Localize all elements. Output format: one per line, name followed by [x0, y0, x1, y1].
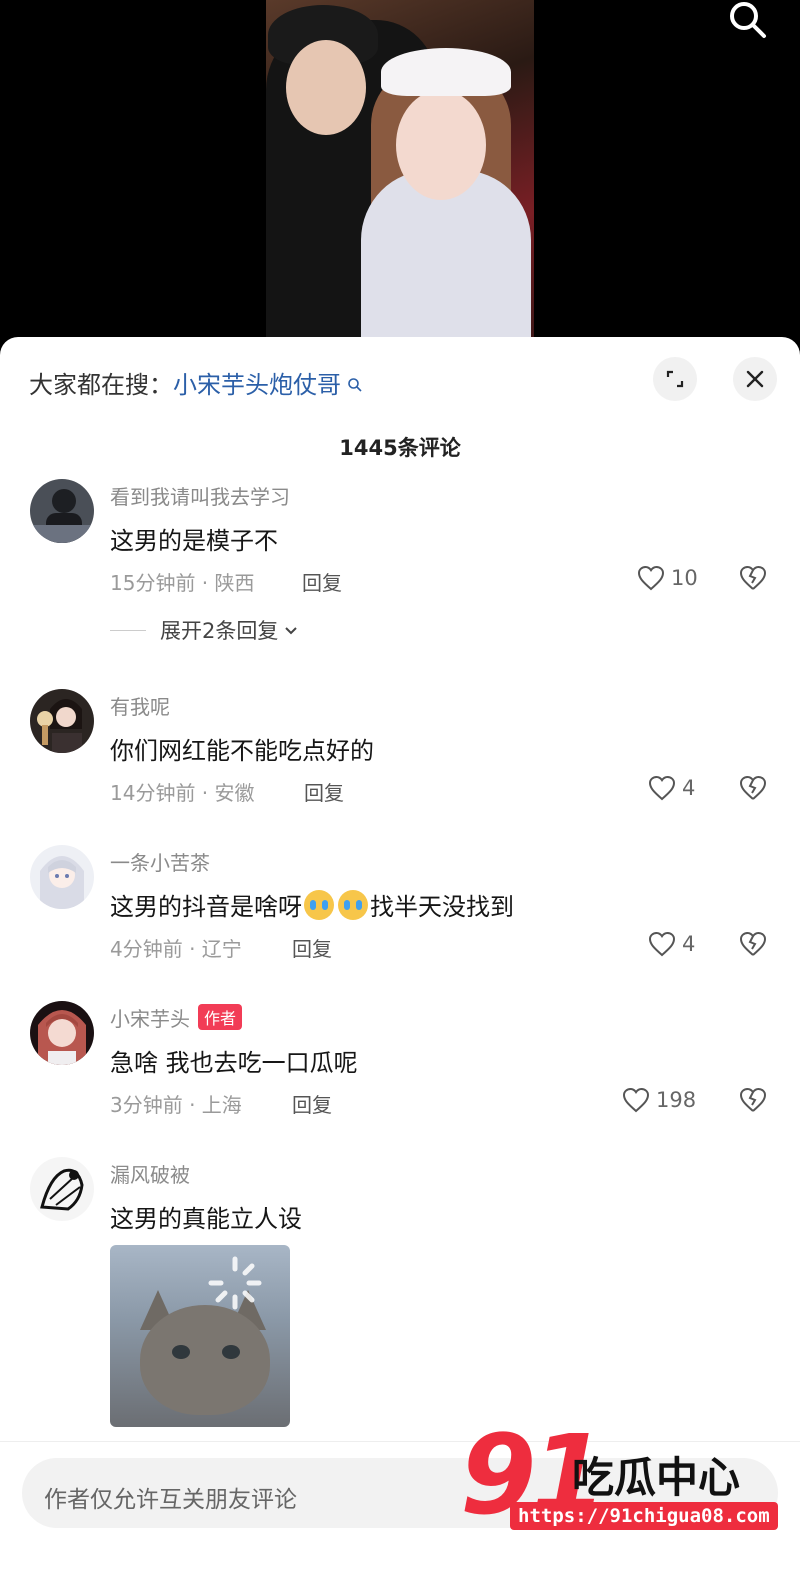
avatar[interactable] — [30, 845, 94, 909]
author-name: 小宋芋头 — [110, 1007, 190, 1031]
comment-count: 1445条评论 — [339, 436, 461, 460]
search-icon[interactable] — [726, 0, 770, 44]
search-small-icon — [341, 377, 363, 398]
reply-button[interactable]: 回复 — [302, 567, 342, 596]
close-icon — [746, 370, 764, 388]
watermark-url: https://91chigua08.com — [510, 1502, 778, 1530]
comment-text: 这男的是模子不 — [110, 527, 278, 555]
video-frame-image — [266, 0, 534, 345]
comment-text: 这男的抖音是啥呀 找半天没找到 — [110, 887, 514, 922]
watermark-text: 吃瓜中心 — [572, 1453, 741, 1502]
like-count: 10 — [671, 566, 698, 590]
comment-username[interactable]: 看到我请叫我去学习 — [110, 481, 290, 510]
comment-time-location: 3分钟前 · 上海 — [110, 1093, 242, 1117]
chevron-down-icon — [285, 627, 298, 635]
cat-eye — [172, 1345, 190, 1359]
dislike-button[interactable] — [738, 931, 768, 961]
dislike-button[interactable] — [738, 565, 768, 595]
video-girl-face — [396, 90, 486, 200]
search-suggestion-prefix: 大家都在搜： — [29, 371, 173, 399]
avatar[interactable] — [30, 479, 94, 543]
comment-text-part: 找半天没找到 — [370, 893, 514, 921]
comment-text: 你们网红能不能吃点好的 — [110, 737, 374, 765]
video-player[interactable] — [0, 0, 800, 345]
expand-fullscreen-button[interactable] — [653, 357, 697, 401]
reply-button[interactable]: 回复 — [292, 1089, 332, 1118]
like-count: 4 — [682, 932, 696, 956]
comment-input-placeholder: 作者仅允许互关朋友评论 — [44, 1487, 297, 1513]
close-button[interactable] — [733, 357, 777, 401]
avatar[interactable] — [30, 689, 94, 753]
watermark-logo: 91 吃瓜中心 https://91chigua08.com — [460, 1420, 778, 1550]
video-man-face — [286, 40, 366, 135]
heart-icon — [648, 931, 676, 957]
comment-time-location: 15分钟前 · 陕西 — [110, 571, 255, 595]
dislike-button[interactable] — [738, 1087, 768, 1117]
crying-emoji-icon — [338, 890, 368, 920]
author-badge: 作者 — [198, 1004, 243, 1030]
heart-icon — [648, 775, 676, 801]
expand-icon — [666, 370, 684, 388]
cat-head — [140, 1305, 270, 1415]
video-girl-hat — [381, 48, 511, 96]
reply-button[interactable]: 回复 — [292, 933, 332, 962]
comment-text-part: 这男的抖音是啥呀 — [110, 893, 302, 921]
comment-text: 这男的真能立人设 — [110, 1205, 302, 1233]
like-button[interactable]: 4 — [648, 931, 695, 957]
broken-heart-icon — [739, 1087, 767, 1112]
comment-time-location: 14分钟前 · 安徽 — [110, 781, 255, 805]
comment-text: 急啥 我也去吃一口瓜呢 — [110, 1049, 358, 1077]
comment-time-location: 4分钟前 · 辽宁 — [110, 937, 242, 961]
expand-replies-button[interactable]: 展开2条回复 — [110, 615, 300, 645]
broken-heart-icon — [739, 775, 767, 800]
reply-button[interactable]: 回复 — [304, 777, 344, 806]
like-count: 4 — [682, 776, 696, 800]
comment-image-wrap — [0, 1245, 300, 1427]
like-count: 198 — [656, 1088, 697, 1112]
heart-icon — [637, 565, 665, 591]
search-suggestion[interactable]: 大家都在搜：小宋芋头炮仗哥 — [29, 365, 363, 400]
comment-sheet: 大家都在搜：小宋芋头炮仗哥 1445条评论 看到我请叫我去学习 这男的是模子不 … — [0, 337, 800, 1570]
avatar[interactable] — [30, 1157, 94, 1221]
crying-emoji-icon — [304, 890, 334, 920]
comment-username[interactable]: 一条小苦茶 — [110, 847, 210, 876]
like-button[interactable]: 198 — [622, 1087, 696, 1113]
cat-eye — [222, 1345, 240, 1359]
like-button[interactable]: 10 — [637, 565, 698, 591]
dislike-button[interactable] — [738, 775, 768, 805]
comment-username[interactable]: 漏风破被 — [110, 1159, 190, 1188]
heart-icon — [622, 1087, 650, 1113]
avatar[interactable] — [30, 1001, 94, 1065]
search-suggestion-keyword[interactable]: 小宋芋头炮仗哥 — [173, 371, 341, 399]
broken-heart-icon — [739, 565, 767, 590]
divider-line — [110, 629, 146, 631]
loading-spinner-icon — [205, 1253, 265, 1313]
comment-username[interactable]: 有我呢 — [110, 691, 170, 720]
crying-cat-sticker[interactable] — [110, 1245, 290, 1427]
like-button[interactable]: 4 — [648, 775, 695, 801]
expand-replies-label: 展开2条回复 — [160, 619, 279, 643]
broken-heart-icon — [739, 931, 767, 956]
comment-username[interactable]: 小宋芋头 作者 — [110, 1003, 243, 1032]
